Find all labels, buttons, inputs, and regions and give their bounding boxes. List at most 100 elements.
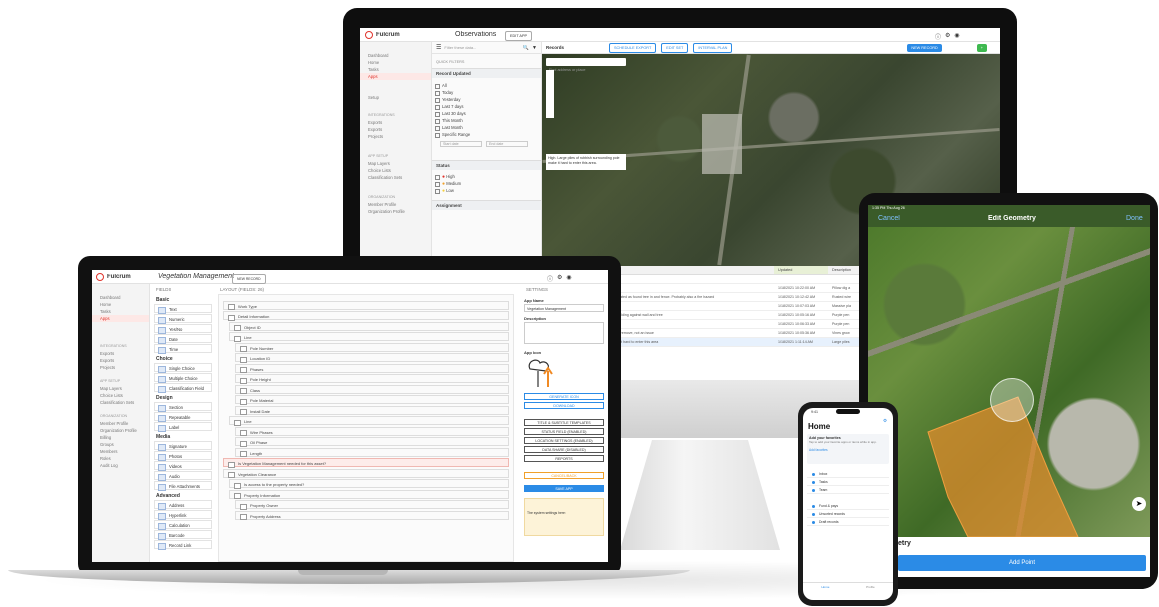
layout-field[interactable]: Property Information xyxy=(229,489,509,499)
app-logo[interactable]: Fulcrum xyxy=(96,273,131,281)
sidebar-item[interactable]: Organization Profile xyxy=(92,427,149,434)
sidebar-item-choice-lists[interactable]: Choice Lists xyxy=(360,167,431,174)
sidebar-item-projects[interactable]: Projects xyxy=(360,133,431,140)
field-tool[interactable]: Calculation xyxy=(154,520,212,530)
column-header[interactable]: Updated xyxy=(774,266,828,274)
field-tool[interactable]: Hyperlink xyxy=(154,510,212,520)
list-icon[interactable]: ☰ xyxy=(436,44,441,51)
field-tool[interactable]: Date xyxy=(154,334,212,344)
add-icon[interactable]: + xyxy=(976,43,987,52)
settings-icon[interactable]: ⚙ xyxy=(945,32,950,41)
sidebar-item[interactable]: Exports xyxy=(92,350,149,357)
sidebar-item[interactable]: Classification Sets xyxy=(92,399,149,406)
new-record-button[interactable]: NEW RECORD xyxy=(907,43,942,52)
nav-row-tasks[interactable]: Tasks xyxy=(807,478,889,486)
sidebar-item-exports-2[interactable]: Exports xyxy=(360,126,431,133)
field-tool[interactable]: Barcode xyxy=(154,530,212,540)
sidebar-item[interactable]: Member Profile xyxy=(92,420,149,427)
add-point-button[interactable]: Add Point xyxy=(898,555,1146,571)
section-row[interactable]: Unsorted records xyxy=(807,510,889,518)
section-row[interactable]: Draft records xyxy=(807,518,889,526)
status-option-medium[interactable]: ● Medium xyxy=(432,180,541,187)
schedule-export-button[interactable]: SCHEDULE EXPORT xyxy=(609,42,657,53)
sidebar-item[interactable]: Choice Lists xyxy=(92,392,149,399)
field-tool[interactable]: Text xyxy=(154,304,212,314)
sidebar-item[interactable]: Members xyxy=(92,448,149,455)
sidebar-item-dashboard[interactable]: Dashboard xyxy=(360,52,431,59)
drag-handle[interactable] xyxy=(990,378,1034,422)
settings-icon[interactable]: ⚙ xyxy=(557,274,562,283)
map-zoom-controls[interactable] xyxy=(546,70,554,118)
sidebar-item-tasks[interactable]: Tasks xyxy=(360,66,431,73)
sidebar-item-organization-profile[interactable]: Organization Profile xyxy=(360,208,431,215)
field-tool[interactable]: Address xyxy=(154,500,212,510)
layout-field[interactable]: Property Address xyxy=(235,510,509,520)
filter-icon[interactable]: ▼ xyxy=(532,45,537,51)
search-icon[interactable]: 🔍 xyxy=(523,45,529,51)
layout-field[interactable]: Pole Number xyxy=(235,342,509,352)
field-tool[interactable]: File Attachments xyxy=(154,481,212,491)
sidebar-item-tasks[interactable]: Tasks xyxy=(92,308,149,315)
status-option-high[interactable]: ● High xyxy=(432,173,541,180)
help-icon[interactable]: ⓘ xyxy=(935,32,941,41)
layout-field[interactable]: Pole Height xyxy=(235,374,509,384)
layout-field[interactable]: Is Vegetation Management needed for this… xyxy=(223,458,509,468)
nav-row-team[interactable]: Team xyxy=(807,486,889,494)
layout-field[interactable]: Vegetation Clearance xyxy=(223,468,509,478)
add-favorites-link[interactable]: Add favorites xyxy=(809,448,887,452)
filter-group-header[interactable]: Assignment xyxy=(432,200,541,210)
location-settings-button[interactable]: LOCATION SETTINGS (ENABLED) xyxy=(524,437,604,444)
filter-option[interactable]: Last 7 days xyxy=(432,103,541,110)
layout-field[interactable]: Is access to the property needed? xyxy=(229,479,509,489)
field-tool[interactable]: Repeatable xyxy=(154,412,212,422)
description-input[interactable] xyxy=(524,322,604,344)
field-tool[interactable]: Section xyxy=(154,402,212,412)
layout-field[interactable]: Install Date xyxy=(235,405,509,415)
start-date-input[interactable]: Start date xyxy=(440,141,482,147)
sidebar-item-map-layers[interactable]: Map Layers xyxy=(360,160,431,167)
user-icon[interactable]: ◉ xyxy=(954,32,959,41)
view-title[interactable]: Vegetation Management xyxy=(158,273,234,280)
layout-field[interactable]: Line xyxy=(229,416,509,426)
cancel-button[interactable]: CANCEL/BACK xyxy=(524,472,604,479)
sidebar-item-exports[interactable]: Exports xyxy=(360,119,431,126)
status-badge[interactable]: NEW RECORD xyxy=(232,274,266,284)
sidebar-item[interactable]: Map Layers xyxy=(92,385,149,392)
sidebar-item[interactable]: Billing xyxy=(92,434,149,441)
sidebar-item-home[interactable]: Home xyxy=(360,59,431,66)
field-tool[interactable]: Record Link xyxy=(154,540,212,550)
layout-field[interactable]: Property Owner xyxy=(235,500,509,510)
field-tool[interactable]: Numeric xyxy=(154,314,212,324)
sidebar-item[interactable]: Groups xyxy=(92,441,149,448)
field-tool[interactable]: Photos xyxy=(154,451,212,461)
sidebar-setup-toggle[interactable]: Setup xyxy=(360,94,431,101)
sidebar-item-apps[interactable]: Apps xyxy=(360,73,431,80)
sidebar-item-classification-sets[interactable]: Classification Sets xyxy=(360,174,431,181)
filter-option[interactable]: Yesterday xyxy=(432,96,541,103)
reports-button[interactable]: REPORTS xyxy=(524,455,604,462)
field-tool[interactable]: Time xyxy=(154,344,212,354)
app-logo[interactable]: Fulcrum xyxy=(365,31,400,39)
field-tool[interactable]: Signature xyxy=(154,441,212,451)
filter-option[interactable]: Today xyxy=(432,89,541,96)
field-tool[interactable]: Single Choice xyxy=(154,363,212,373)
field-tool[interactable]: Audio xyxy=(154,471,212,481)
layout-field[interactable]: Object ID xyxy=(229,321,509,331)
layout-field[interactable]: Length xyxy=(235,447,509,457)
user-icon[interactable]: ◉ xyxy=(566,274,571,283)
done-button[interactable]: Done xyxy=(1126,215,1143,222)
status-option-low[interactable]: ● Low xyxy=(432,187,541,194)
status-field-button[interactable]: STATUS FIELD (ENABLED) xyxy=(524,428,604,435)
cancel-button[interactable]: Cancel xyxy=(878,215,900,222)
filter-option[interactable]: All xyxy=(432,82,541,89)
sidebar-item[interactable]: Exports xyxy=(92,357,149,364)
sidebar-item[interactable]: Audit Log xyxy=(92,462,149,469)
locate-icon[interactable]: ➤ xyxy=(1132,497,1146,511)
layout-field[interactable]: Location ID xyxy=(235,353,509,363)
title-templates-button[interactable]: TITLE & SUBTITLE TEMPLATES xyxy=(524,419,604,426)
layout-field[interactable]: Line xyxy=(229,332,509,342)
view-title[interactable]: Observations xyxy=(455,31,496,38)
field-tool[interactable]: Multiple Choice xyxy=(154,373,212,383)
sidebar-item[interactable]: Roles xyxy=(92,455,149,462)
map-search-input[interactable]: Find address or place xyxy=(546,58,626,72)
